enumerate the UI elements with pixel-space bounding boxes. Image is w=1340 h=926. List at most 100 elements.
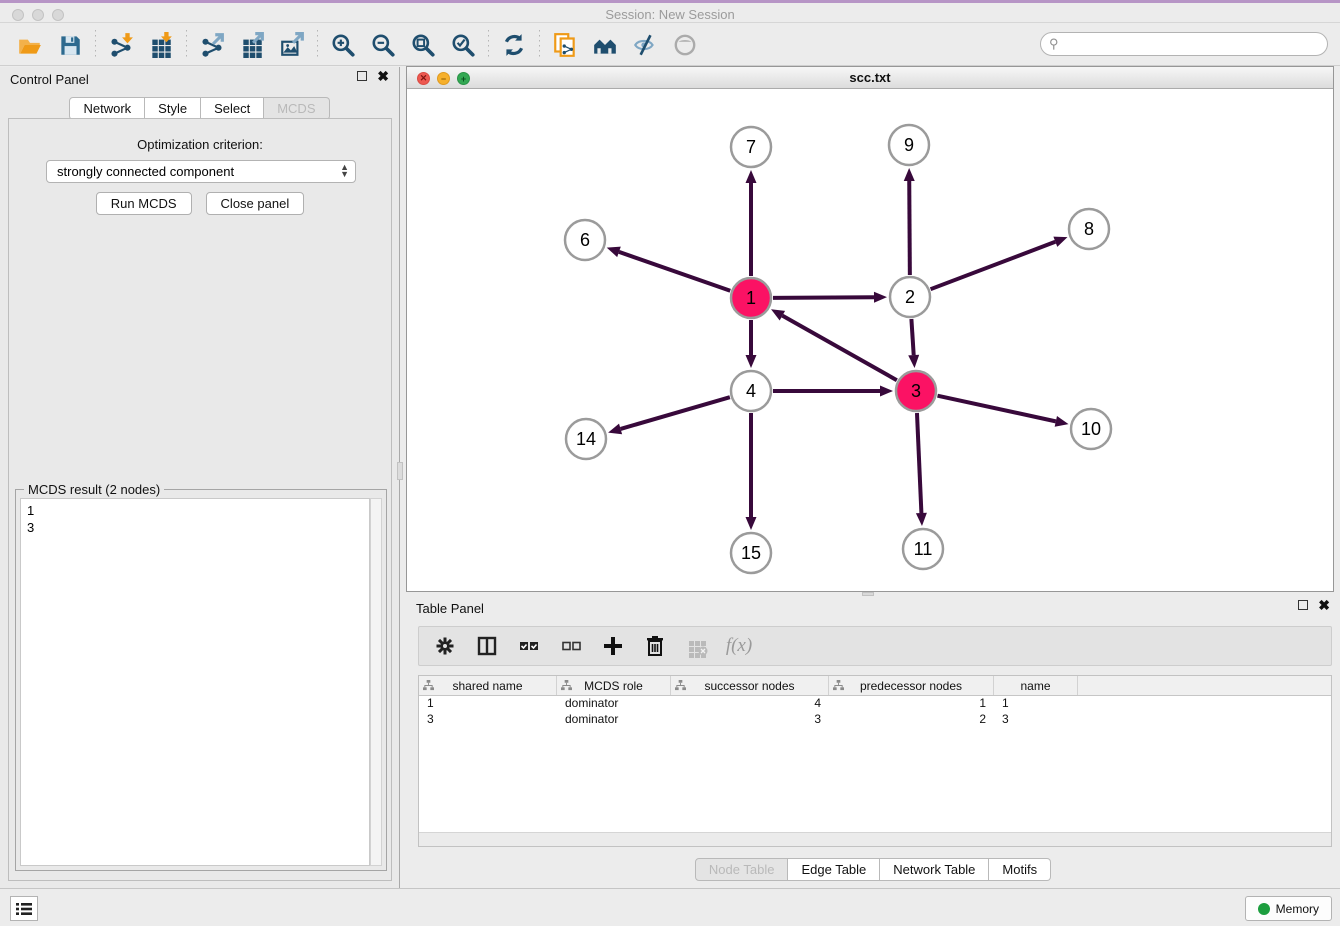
table-header-row: shared nameMCDS rolesuccessor nodesprede… <box>419 676 1331 696</box>
graph-edge-3-11[interactable] <box>917 413 921 513</box>
graph-edge-2-3[interactable] <box>911 319 913 355</box>
toolbar-separator <box>186 30 187 60</box>
new-network-from-selection-icon[interactable] <box>545 28 585 62</box>
mcds-result-scrollbar[interactable] <box>370 498 382 866</box>
node-label-10: 10 <box>1081 419 1101 439</box>
graph-edge-1-2[interactable] <box>773 297 874 298</box>
memory-label: Memory <box>1276 902 1319 916</box>
edge-arrowhead <box>880 386 893 397</box>
table-cell[interactable]: 1 <box>994 696 1078 712</box>
float-table-panel-icon[interactable] <box>1298 600 1308 610</box>
column-header-shared-name[interactable]: shared name <box>419 676 557 695</box>
search-input[interactable] <box>1063 37 1313 51</box>
zoom-out-icon[interactable] <box>363 28 403 62</box>
table-toolbar: f(x) <box>418 626 1332 666</box>
export-table-icon[interactable] <box>232 28 272 62</box>
tab-mcds[interactable]: MCDS <box>264 97 329 120</box>
optimization-criterion-select[interactable]: strongly connected component ▲▼ <box>46 160 356 183</box>
node-label-8: 8 <box>1084 219 1094 239</box>
graph-edge-3-10[interactable] <box>937 396 1055 422</box>
node-label-4: 4 <box>746 381 756 401</box>
table-cell[interactable]: 3 <box>419 712 557 728</box>
columns-icon[interactable] <box>473 632 501 660</box>
zoom-selected-icon[interactable] <box>443 28 483 62</box>
network-window-titlebar[interactable]: ✕ − + scc.txt <box>407 67 1333 89</box>
graph-edge-2-8[interactable] <box>931 242 1056 289</box>
table-tab-network-table[interactable]: Network Table <box>880 858 989 881</box>
mcds-result-group: MCDS result (2 nodes) 13 <box>15 489 387 871</box>
gear-icon[interactable] <box>431 632 459 660</box>
export-image-icon[interactable] <box>272 28 312 62</box>
close-table-panel-icon[interactable]: ✖ <box>1318 600 1330 610</box>
select-all-icon[interactable] <box>515 632 543 660</box>
column-header-predecessor-nodes[interactable]: predecessor nodes <box>829 676 994 695</box>
close-panel-button[interactable]: Close panel <box>206 192 305 215</box>
export-network-icon[interactable] <box>192 28 232 62</box>
close-panel-icon[interactable]: ✖ <box>377 71 389 81</box>
float-panel-icon[interactable] <box>357 71 367 81</box>
show-panels-button[interactable] <box>10 896 38 921</box>
tab-network[interactable]: Network <box>69 97 145 120</box>
table-cell[interactable]: 3 <box>994 712 1078 728</box>
edge-arrowhead <box>904 168 915 181</box>
table-cell[interactable]: 4 <box>671 696 829 712</box>
edge-arrowhead <box>874 292 887 303</box>
add-row-icon[interactable] <box>599 632 627 660</box>
memory-button[interactable]: Memory <box>1245 896 1332 921</box>
table-row[interactable]: 1dominator411 <box>419 696 1331 712</box>
table-cell[interactable]: 2 <box>829 712 994 728</box>
table-tab-edge-table[interactable]: Edge Table <box>788 858 880 881</box>
vertical-splitter-handle[interactable] <box>397 462 403 480</box>
table-tab-node-table[interactable]: Node Table <box>695 858 789 881</box>
node-label-3: 3 <box>911 381 921 401</box>
import-table-icon[interactable] <box>141 28 181 62</box>
table-panel: Table Panel ✖ f(x) shared nameMCDS roles… <box>406 596 1340 888</box>
edge-arrowhead <box>607 247 621 257</box>
column-header-MCDS-role[interactable]: MCDS role <box>557 676 671 695</box>
first-neighbors-icon[interactable] <box>585 28 625 62</box>
node-label-11: 11 <box>914 539 933 559</box>
mcds-result-title: MCDS result (2 nodes) <box>24 482 164 497</box>
mcds-result-list[interactable]: 13 <box>20 498 370 866</box>
run-mcds-button[interactable]: Run MCDS <box>96 192 192 215</box>
column-header-name[interactable]: name <box>994 676 1078 695</box>
node-label-15: 15 <box>741 543 761 563</box>
table-cell[interactable]: 1 <box>419 696 557 712</box>
show-graphics-details-icon[interactable] <box>625 28 665 62</box>
mcds-result-item[interactable]: 3 <box>27 519 363 536</box>
graph-edge-4-14[interactable] <box>621 397 730 429</box>
column-header-successor-nodes[interactable]: successor nodes <box>671 676 829 695</box>
status-bar: Memory <box>0 888 1340 926</box>
memory-status-icon <box>1258 903 1270 915</box>
table-cell[interactable]: dominator <box>557 712 671 728</box>
edge-arrowhead <box>608 424 622 435</box>
zoom-fit-icon[interactable] <box>403 28 443 62</box>
mcds-result-item[interactable]: 1 <box>27 502 363 519</box>
open-folder-icon[interactable] <box>10 28 50 62</box>
graph-edge-1-6[interactable] <box>619 252 730 291</box>
delete-row-icon[interactable] <box>641 632 669 660</box>
table-cell[interactable]: dominator <box>557 696 671 712</box>
table-scrollbar-track[interactable] <box>419 832 1331 846</box>
import-network-icon[interactable] <box>101 28 141 62</box>
table-cell[interactable]: 3 <box>671 712 829 728</box>
tab-style[interactable]: Style <box>145 97 201 120</box>
search-box[interactable]: ⚲ <box>1040 32 1328 56</box>
tab-select[interactable]: Select <box>201 97 264 120</box>
table-cell[interactable]: 1 <box>829 696 994 712</box>
table-body: 1dominator4113dominator323 <box>419 696 1331 728</box>
app-titlebar: Session: New Session <box>0 0 1340 23</box>
zoom-in-icon[interactable] <box>323 28 363 62</box>
deselect-all-icon[interactable] <box>557 632 585 660</box>
table-tab-motifs[interactable]: Motifs <box>989 858 1051 881</box>
hide-panel-eye-icon[interactable] <box>665 28 705 62</box>
node-label-7: 7 <box>746 137 756 157</box>
apply-layout-icon[interactable] <box>494 28 534 62</box>
table-row[interactable]: 3dominator323 <box>419 712 1331 728</box>
delete-table-icon <box>683 632 711 660</box>
graph-edge-2-9[interactable] <box>909 181 910 275</box>
graph-edge-3-1[interactable] <box>782 316 896 381</box>
node-label-1: 1 <box>746 288 756 308</box>
network-canvas[interactable]: 7968124314101511 <box>408 89 1332 591</box>
save-session-icon[interactable] <box>50 28 90 62</box>
